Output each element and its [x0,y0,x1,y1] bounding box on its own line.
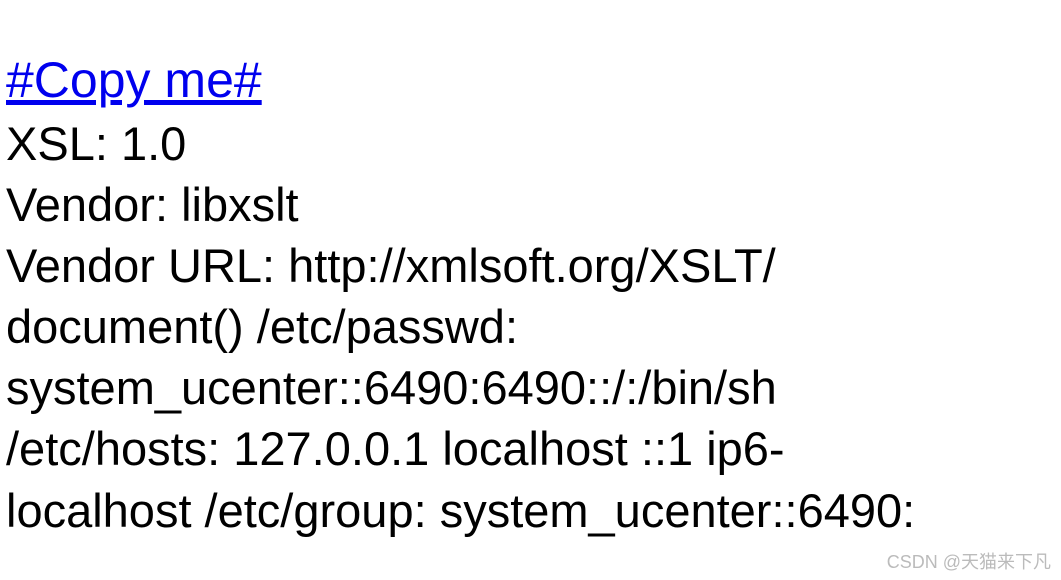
etc-hosts-line: /etc/hosts: 127.0.0.1 localhost ::1 ip6- [6,418,1061,479]
vendor-line: Vendor: libxslt [6,174,1061,235]
watermark-text: CSDN @天猫来下凡 [887,551,1051,574]
system-ucenter-line: system_ucenter::6490:6490::/:/bin/sh [6,357,1061,418]
xsl-version-line: XSL: 1.0 [6,113,1061,174]
copy-me-link[interactable]: #Copy me# [6,52,262,108]
document-passwd-line: document() /etc/passwd: [6,296,1061,357]
document-content: #Copy me# XSL: 1.0 Vendor: libxslt Vendo… [0,0,1061,541]
localhost-group-line: localhost /etc/group: system_ucenter::64… [6,480,1061,541]
vendor-url-line: Vendor URL: http://xmlsoft.org/XSLT/ [6,235,1061,296]
